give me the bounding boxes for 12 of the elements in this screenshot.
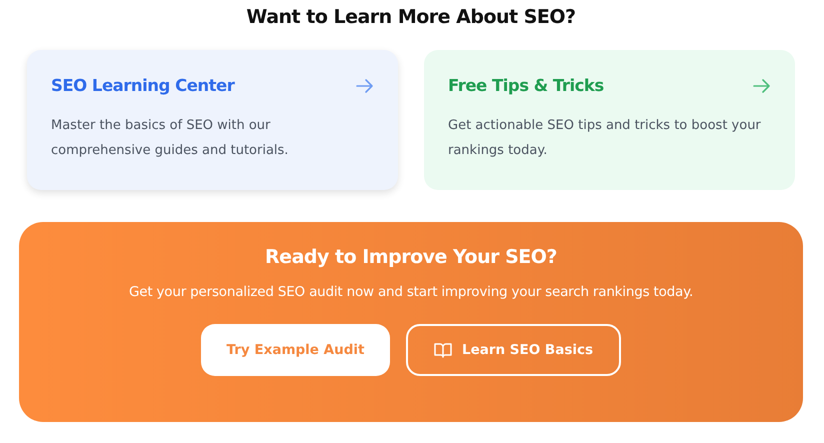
book-icon (434, 342, 452, 358)
card-description: Master the basics of SEO with our comprehensive guides and tutorials. (51, 117, 290, 160)
arrow-right-icon (753, 78, 771, 94)
card-description: Get actionable SEO tips and tricks to boost your rankings today. (448, 117, 762, 160)
card-title: SEO Learning Center (51, 76, 234, 95)
card-title: Free Tips & Tricks (448, 76, 604, 95)
section-heading: Want to Learn More About SEO? (245, 5, 577, 30)
resource-card[interactable]: SEO Learning Center Master the basics of SEO with our comprehensive guides and tutorials. (27, 50, 398, 190)
resource-card[interactable]: Free Tips & Tricks Get actionable SEO tips and tricks to boost your rankings today. (424, 50, 795, 190)
cta-title: Ready to Improve Your SEO? (265, 246, 557, 268)
cta-text: Get your personalized SEO audit now and start improving your search rankings today. (128, 284, 694, 300)
arrow-right-icon (356, 78, 374, 94)
